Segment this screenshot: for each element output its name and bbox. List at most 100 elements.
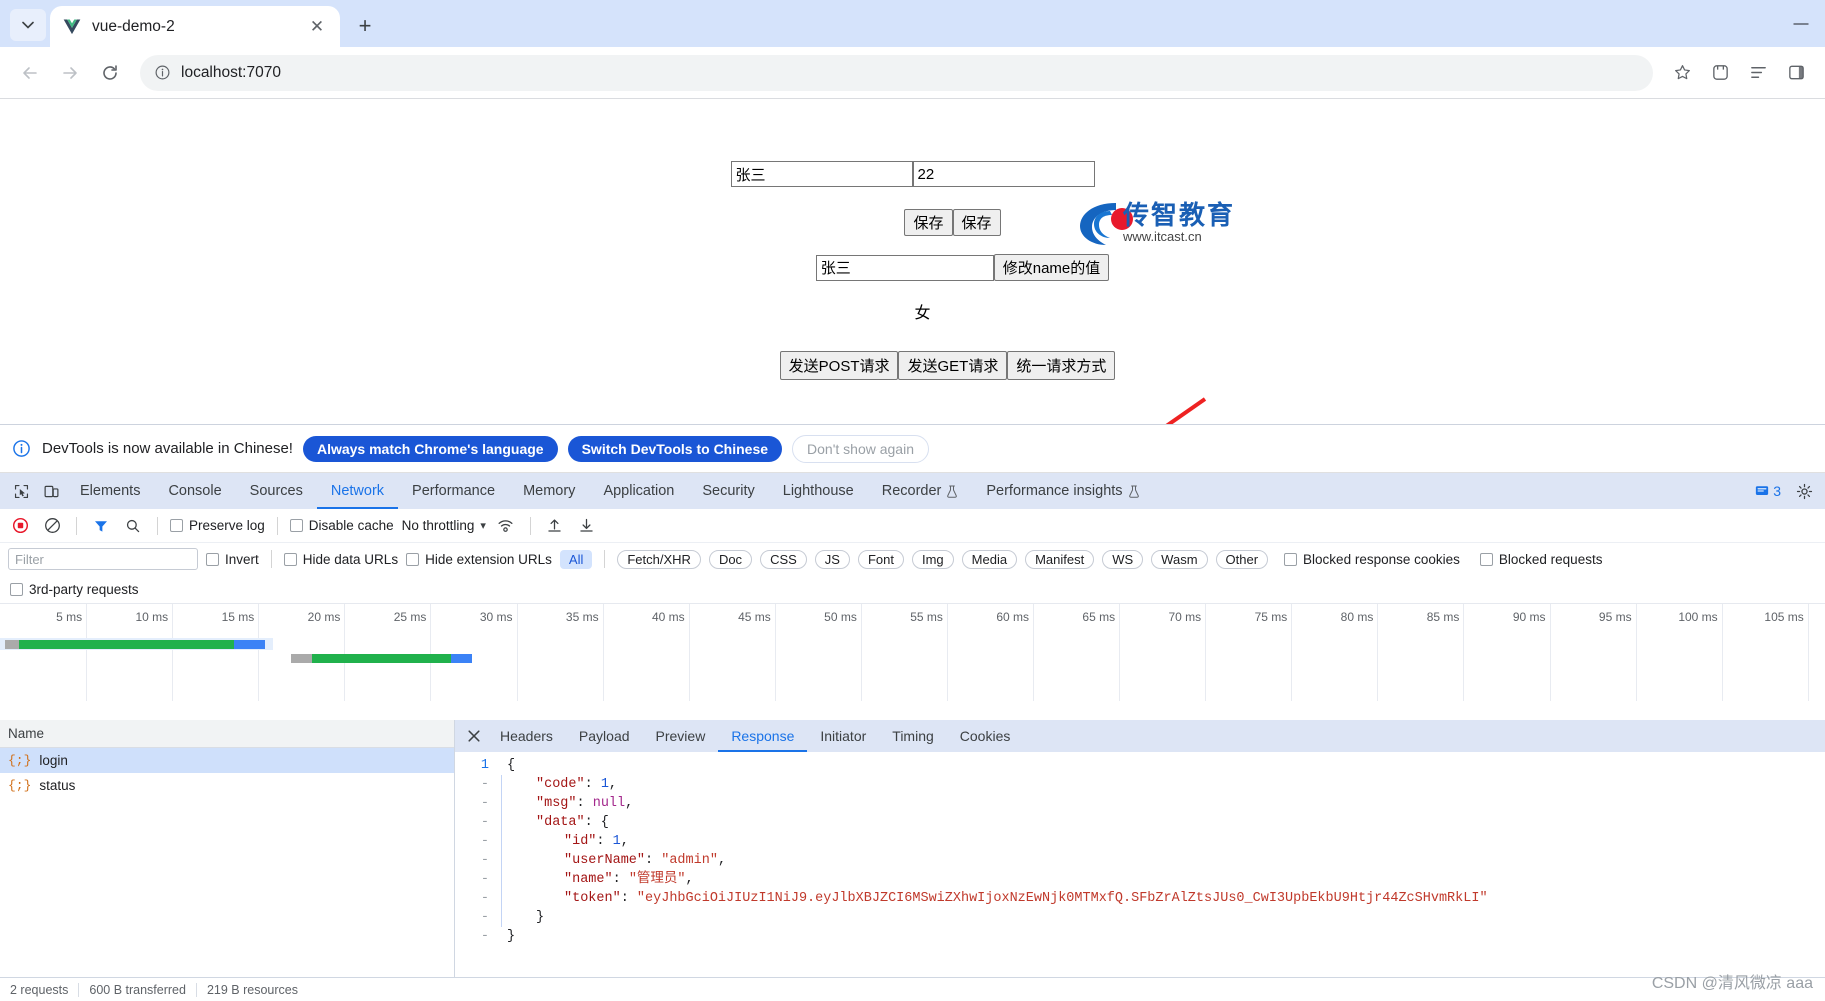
age-input[interactable] [912, 161, 1095, 187]
code-line: - "data": { [455, 813, 1825, 832]
detail-tab-headers[interactable]: Headers [487, 720, 566, 752]
message-count-badge[interactable]: 3 [1755, 483, 1781, 499]
gear-icon[interactable] [1789, 476, 1819, 506]
close-icon[interactable]: ✕ [306, 16, 328, 38]
new-tab-button[interactable]: + [348, 9, 382, 43]
address-bar[interactable]: localhost:7070 [140, 54, 1653, 91]
disable-cache-checkbox[interactable]: Disable cache [289, 518, 394, 533]
network-filter-bar: Filter Invert Hide data URLs Hide extens… [0, 543, 1825, 575]
name-secondary-input[interactable] [815, 254, 994, 281]
devtools-tab-bar-right: 3 [1755, 473, 1819, 509]
reload-icon[interactable] [92, 55, 128, 91]
back-icon[interactable] [12, 55, 48, 91]
tab-search-button[interactable] [10, 9, 46, 41]
invert-checkbox[interactable]: Invert [206, 552, 259, 567]
detail-tab-preview[interactable]: Preview [643, 720, 719, 752]
checkbox-box [1479, 552, 1493, 566]
detail-tab-initiator[interactable]: Initiator [807, 720, 879, 752]
filter-input[interactable]: Filter [8, 548, 198, 570]
device-toolbar-icon[interactable] [36, 476, 66, 506]
extensions-icon[interactable] [1703, 56, 1737, 90]
export-har-icon[interactable] [575, 514, 599, 538]
response-body-viewer[interactable]: 1{- "code": 1, - "msg": null, - "data": {- "id… [455, 752, 1825, 1001]
detail-tab-cookies[interactable]: Cookies [947, 720, 1024, 752]
blocked-response-cookies-checkbox[interactable]: Blocked response cookies [1284, 552, 1460, 567]
send-post-request-button[interactable]: 发送POST请求 [779, 351, 899, 380]
name-input[interactable] [730, 161, 913, 187]
checkbox-box [406, 552, 420, 566]
type-filter-all[interactable]: All [559, 549, 593, 569]
detail-tab-timing[interactable]: Timing [879, 720, 947, 752]
code-line: - "name": "管理员", [455, 870, 1825, 889]
tab-memory[interactable]: Memory [509, 473, 589, 509]
blocked-requests-checkbox[interactable]: Blocked requests [1479, 551, 1603, 567]
form-row-save-buttons: 保存 保存 [0, 209, 1825, 236]
modify-name-button[interactable]: 修改name的值 [993, 254, 1110, 281]
code-token: { [507, 758, 516, 773]
third-party-requests-checkbox[interactable]: 3rd-party requests [10, 582, 139, 597]
tab-console[interactable]: Console [154, 473, 235, 509]
code-token: "admin" [661, 853, 718, 868]
reading-list-icon[interactable] [1741, 56, 1775, 90]
tab-network[interactable]: Network [317, 473, 398, 509]
code-line: - "token": "eyJhbGciOiJIUzI1NiJ9.eyJlbXBJ… [455, 889, 1825, 908]
type-filter-css[interactable]: CSS [760, 549, 807, 569]
gender-text: 女 [914, 305, 931, 322]
network-timeline-overview[interactable]: 5 ms 10 ms 15 ms 20 ms 25 ms 30 ms 35 ms 40 ms 4… [0, 603, 1825, 701]
type-filter-manifest[interactable]: Manifest [1025, 549, 1095, 569]
blocked-requests-label: Blocked requests [1498, 551, 1603, 567]
close-icon[interactable] [461, 723, 487, 749]
type-filter-wasm[interactable]: Wasm [1151, 549, 1208, 569]
always-match-language-button[interactable]: Always match Chrome's language [302, 435, 558, 462]
save-button-1[interactable]: 保存 [904, 209, 953, 236]
timeline-tick-label: 45 ms [738, 610, 771, 624]
send-get-request-button[interactable]: 发送GET请求 [898, 351, 1008, 380]
tab-lighthouse[interactable]: Lighthouse [769, 473, 868, 509]
save-button-2[interactable]: 保存 [952, 209, 1001, 236]
switch-devtools-to-chinese-button[interactable]: Switch DevTools to Chinese [567, 435, 783, 462]
type-filter-js[interactable]: JS [814, 549, 850, 569]
unified-request-button[interactable]: 统一请求方式 [1007, 351, 1116, 380]
detail-tab-response[interactable]: Response [718, 720, 807, 752]
code-line: - "code": 1, [455, 775, 1825, 794]
record-icon[interactable] [8, 514, 32, 538]
search-icon[interactable] [121, 514, 145, 538]
network-conditions-icon[interactable] [494, 514, 518, 538]
type-filter-doc[interactable]: Doc [708, 549, 753, 569]
type-filter-media[interactable]: Media [961, 549, 1018, 569]
side-panel-icon[interactable] [1779, 56, 1813, 90]
network-status-bar: 2 requests 600 B transferred 219 B resou… [0, 977, 1825, 1001]
tab-performance[interactable]: Performance [398, 473, 509, 509]
inspect-element-icon[interactable] [6, 476, 36, 506]
preserve-log-checkbox[interactable]: Preserve log [170, 518, 265, 533]
tab-sources[interactable]: Sources [236, 473, 317, 509]
tab-recorder[interactable]: Recorder [868, 473, 973, 509]
type-filter-ws[interactable]: WS [1102, 549, 1144, 569]
request-row-login[interactable]: {;} login [0, 748, 454, 773]
throttling-select[interactable]: No throttling ▾ [402, 518, 486, 533]
type-filter-fetch-xhr[interactable]: Fetch/XHR [617, 549, 701, 569]
request-row-status[interactable]: {;} status [0, 773, 454, 798]
type-filter-other[interactable]: Other [1215, 549, 1269, 569]
hide-extension-urls-checkbox[interactable]: Hide extension URLs [406, 552, 552, 567]
detail-tab-payload[interactable]: Payload [566, 720, 643, 752]
timeline-tick-label: 105 ms [1764, 610, 1804, 624]
tab-performance-insights[interactable]: Performance insights [972, 473, 1153, 509]
hide-extension-urls-label: Hide extension URLs [425, 551, 552, 567]
filter-icon[interactable] [89, 514, 113, 538]
minimize-button[interactable]: — [1777, 4, 1825, 44]
code-token: , [608, 777, 618, 792]
tab-elements[interactable]: Elements [66, 473, 154, 509]
hide-data-urls-checkbox[interactable]: Hide data URLs [283, 552, 398, 567]
import-har-icon[interactable] [543, 514, 567, 538]
code-token: "name" [564, 872, 613, 887]
forward-icon[interactable] [52, 55, 88, 91]
clear-icon[interactable] [40, 514, 64, 538]
browser-tab[interactable]: vue-demo-2 ✕ [50, 6, 340, 47]
tab-security[interactable]: Security [688, 473, 768, 509]
dont-show-again-button[interactable]: Don't show again [792, 434, 929, 463]
tab-application[interactable]: Application [589, 473, 688, 509]
bookmark-star-icon[interactable] [1665, 56, 1699, 90]
type-filter-img[interactable]: Img [911, 549, 954, 569]
type-filter-font[interactable]: Font [857, 549, 904, 569]
